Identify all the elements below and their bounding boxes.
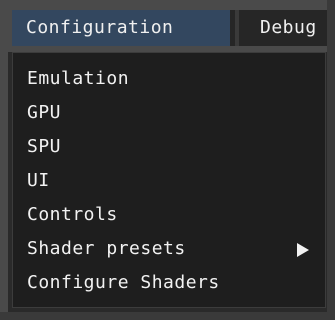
menu-bar: Configuration Debug (0, 0, 335, 52)
menu-item-ui[interactable]: UI (27, 165, 317, 197)
menu-bar-strip: Configuration Debug (12, 10, 335, 46)
triangle-right-icon (297, 243, 309, 257)
menu-item-emulation[interactable]: Emulation (27, 63, 317, 95)
window-bottom-edge (0, 312, 335, 320)
configuration-dropdown: Emulation GPU SPU UI Controls Shader pre… (12, 52, 326, 308)
menu-separator (235, 10, 239, 46)
app-window: Configuration Debug Emulation GPU SPU UI… (0, 0, 335, 320)
menu-item-controls[interactable]: Controls (27, 199, 317, 231)
menu-item-spu[interactable]: SPU (27, 131, 317, 163)
window-right-edge (327, 0, 335, 320)
menu-item-configure-shaders[interactable]: Configure Shaders (27, 267, 317, 299)
menu-item-gpu[interactable]: GPU (27, 97, 317, 129)
menu-debug[interactable]: Debug (250, 10, 335, 46)
menu-configuration[interactable]: Configuration (12, 10, 230, 46)
menu-item-shader-presets-label: Shader presets (27, 238, 186, 259)
menu-item-shader-presets[interactable]: Shader presets (27, 233, 317, 265)
